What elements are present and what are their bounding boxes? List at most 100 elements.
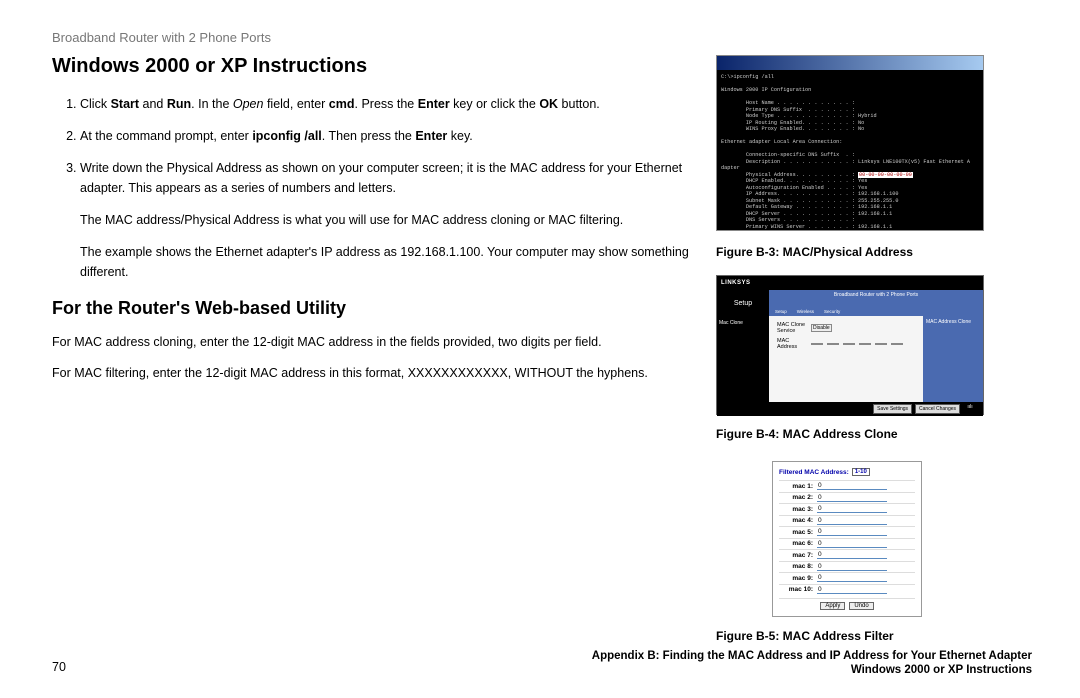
text: . In the bbox=[191, 97, 233, 111]
mac-filter-row: mac 1:0 bbox=[779, 480, 915, 490]
mac-filter-label: mac 3: bbox=[779, 506, 817, 513]
instruction-3: Write down the Physical Address as shown… bbox=[80, 158, 692, 282]
mac-filter-label: mac 10: bbox=[779, 586, 817, 593]
router-tab: Setup bbox=[771, 308, 791, 315]
t: Description . . . . . . . . . . . : Link… bbox=[721, 159, 970, 165]
router-bottom: Save Settings Cancel Changes ıılı bbox=[717, 402, 983, 416]
mac-filter-header: Filtered MAC Address: 1-10 bbox=[779, 468, 915, 476]
t: Connection-specific DNS Suffix . : bbox=[721, 152, 855, 158]
t: Primary WINS Server . . . . . . . : 192.… bbox=[721, 224, 892, 230]
t: Host Name . . . . . . . . . . . . : bbox=[721, 100, 855, 106]
mac-filter-label: mac 1: bbox=[779, 483, 817, 490]
router-tab: Wireless bbox=[793, 308, 818, 315]
mac-filter-row: mac 5:0 bbox=[779, 526, 915, 536]
mac-filter-input: 0 bbox=[817, 574, 887, 582]
section-title-2: For the Router's Web-based Utility bbox=[52, 298, 692, 319]
footer-appendix: Appendix B: Finding the MAC Address and … bbox=[592, 650, 1032, 662]
text: key or click the bbox=[450, 97, 540, 111]
mac-input bbox=[875, 343, 887, 345]
text: and bbox=[139, 97, 167, 111]
mac-filter-label: mac 8: bbox=[779, 563, 817, 570]
linksys-logo: LINKSYS bbox=[721, 280, 751, 286]
cancel-changes-button: Cancel Changes bbox=[915, 404, 960, 414]
text-sub1: The MAC address/Physical Address is what… bbox=[80, 210, 692, 230]
router-setup-tab: Setup bbox=[717, 290, 769, 316]
mac-filter-row: mac 6:0 bbox=[779, 538, 915, 548]
mac-filter-row: mac 7:0 bbox=[779, 549, 915, 559]
t: DNS Servers . . . . . . . . . . . : bbox=[721, 217, 855, 223]
mac-filter-row: mac 2:0 bbox=[779, 492, 915, 502]
text-bold: Enter bbox=[418, 97, 450, 111]
mac-filter-buttons: Apply Undo bbox=[779, 598, 915, 610]
router-banner-title: Broadband Router with 2 Phone Ports bbox=[769, 290, 983, 298]
apply-button: Apply bbox=[820, 602, 845, 610]
main-layout: Windows 2000 or XP Instructions Click St… bbox=[52, 55, 1032, 657]
text: button. bbox=[558, 97, 600, 111]
mac-filter-label: mac 9: bbox=[779, 575, 817, 582]
mac-filter-row: mac 8:0 bbox=[779, 561, 915, 571]
mac-filter-input: 0 bbox=[817, 563, 887, 571]
t: Ethernet adapter Local Area Connection: bbox=[721, 139, 842, 145]
mac-filter-input: 0 bbox=[817, 505, 887, 513]
footer-right: Appendix B: Finding the MAC Address and … bbox=[592, 650, 1032, 676]
router-select: Disable bbox=[811, 324, 832, 332]
mac-filter-row: mac 10:0 bbox=[779, 584, 915, 594]
t: DHCP Enabled. . . . . . . . . . . : Yes bbox=[721, 178, 867, 184]
mac-filter-label: mac 2: bbox=[779, 494, 817, 501]
router-content: Mac Clone MAC Clone Service Disable MAC … bbox=[717, 316, 983, 402]
t: dapter bbox=[721, 165, 740, 171]
body-text-1: For MAC address cloning, enter the 12-di… bbox=[52, 333, 692, 352]
t: Subnet Mask . . . . . . . . . . . : 255.… bbox=[721, 198, 898, 204]
figure-b4-router-ui: LINKSYS Setup Broadband Router with 2 Ph… bbox=[716, 275, 984, 415]
router-tab: Security bbox=[820, 308, 844, 315]
mac-filter-input: 0 bbox=[817, 551, 887, 559]
text: . Press the bbox=[355, 97, 418, 111]
cisco-icon: ıılı bbox=[963, 404, 977, 414]
mac-input bbox=[843, 343, 855, 345]
router-topbar: LINKSYS bbox=[717, 276, 983, 290]
mac-filter-input: 0 bbox=[817, 494, 887, 502]
mac-filter-label: mac 5: bbox=[779, 529, 817, 536]
mac-filter-input: 0 bbox=[817, 517, 887, 525]
text-italic: Open bbox=[233, 97, 264, 111]
text-bold: Enter bbox=[415, 129, 447, 143]
t: Autoconfiguration Enabled . . . . : Yes bbox=[721, 185, 867, 191]
footer-section: Windows 2000 or XP Instructions bbox=[592, 664, 1032, 676]
router-main: MAC Clone Service Disable MAC Address bbox=[769, 316, 923, 402]
text: . Then press the bbox=[322, 129, 416, 143]
t: IP Address. . . . . . . . . . . . : 192.… bbox=[721, 191, 898, 197]
t: Physical Address. . . . . . . . . : bbox=[721, 172, 858, 178]
terminal-body: C:\>ipconfig /all Windows 2000 IP Config… bbox=[717, 70, 983, 230]
t: Primary DNS Suffix . . . . . . . : bbox=[721, 107, 855, 113]
router-row-mac: MAC Address bbox=[777, 338, 915, 350]
mac-input bbox=[827, 343, 839, 345]
text: Write down the Physical Address as shown… bbox=[80, 161, 682, 195]
text-bold: Run bbox=[167, 97, 191, 111]
figure-b3-terminal: C:\>ipconfig /all Windows 2000 IP Config… bbox=[716, 55, 984, 231]
mac-filter-header-text: Filtered MAC Address: bbox=[779, 469, 849, 476]
mac-filter-label: mac 7: bbox=[779, 552, 817, 559]
mac-input bbox=[859, 343, 871, 345]
mac-filter-label: mac 6: bbox=[779, 540, 817, 547]
save-settings-button: Save Settings bbox=[873, 404, 912, 414]
mac-filter-input: 0 bbox=[817, 586, 887, 594]
router-sidebar: Mac Clone bbox=[717, 316, 769, 402]
text-bold: Start bbox=[111, 97, 139, 111]
mac-filter-label: mac 4: bbox=[779, 517, 817, 524]
t: DHCP Server . . . . . . . . . . . : 192.… bbox=[721, 211, 892, 217]
left-column: Windows 2000 or XP Instructions Click St… bbox=[52, 55, 692, 657]
text-bold: ipconfig /all bbox=[252, 129, 321, 143]
text: key. bbox=[447, 129, 472, 143]
t: C:\>ipconfig /all bbox=[721, 74, 774, 80]
instructions-list: Click Start and Run. In the Open field, … bbox=[52, 94, 692, 282]
mac-filter-input: 0 bbox=[817, 482, 887, 490]
text-bold: cmd bbox=[329, 97, 355, 111]
instruction-1: Click Start and Run. In the Open field, … bbox=[80, 94, 692, 114]
mac-filter-input: 0 bbox=[817, 528, 887, 536]
text: At the command prompt, enter bbox=[80, 129, 252, 143]
mac-input bbox=[811, 343, 823, 345]
text-sub2: The example shows the Ethernet adapter's… bbox=[80, 242, 692, 282]
mac-filter-range-select: 1-10 bbox=[852, 468, 870, 476]
router-tabs: Setup Wireless Security bbox=[771, 308, 844, 315]
t: Default Gateway . . . . . . . . . : 192.… bbox=[721, 204, 892, 210]
